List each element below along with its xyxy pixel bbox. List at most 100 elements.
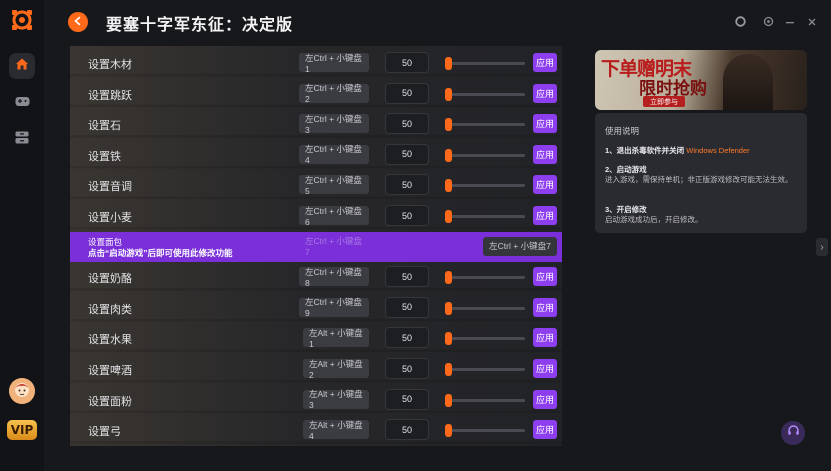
value-slider-handle[interactable] [445, 87, 452, 101]
settings-button[interactable] [760, 14, 776, 30]
gamepad-icon [15, 94, 30, 112]
row-label: 设置音调 [88, 181, 132, 194]
expand-panel-button[interactable]: › [816, 238, 828, 256]
value-input[interactable]: 50 [385, 143, 429, 165]
close-button[interactable] [804, 14, 820, 30]
value-input[interactable]: 50 [385, 358, 429, 379]
list-item: 设置奶酪 左Ctrl + 小键盘8 50 应用 [70, 262, 562, 292]
value-slider-handle[interactable] [445, 393, 452, 407]
value-slider-track[interactable] [445, 306, 525, 310]
list-item: 设置铁 左Ctrl + 小键盘4 50 应用 [70, 140, 562, 170]
value-slider-track[interactable] [445, 184, 525, 188]
step-3-text: 启动游戏成功后，开启修改。 [605, 215, 703, 224]
value-slider-track[interactable] [445, 337, 525, 341]
value-slider-track[interactable] [445, 153, 525, 157]
value-slider-handle[interactable] [445, 179, 452, 193]
sidebar-item-library[interactable] [9, 127, 35, 153]
value-slider-handle[interactable] [445, 271, 452, 285]
vip-badge[interactable]: VIP [7, 420, 37, 440]
hotkey-button[interactable]: 左Alt + 小键盘4 [303, 420, 369, 441]
value-slider-track[interactable] [445, 123, 525, 127]
hotkey-button[interactable]: 左Alt + 小键盘2 [303, 359, 369, 380]
value-slider-handle[interactable] [445, 363, 452, 376]
instructions-card: 使用说明 1、退出杀毒软件并关闭 Windows Defender 2、启动游戏… [595, 113, 807, 233]
value-input[interactable]: 50 [385, 174, 429, 196]
value-input[interactable]: 50 [385, 327, 429, 349]
value-slider-handle[interactable] [445, 332, 452, 346]
sidebar-item-home[interactable] [9, 53, 35, 79]
value-input[interactable]: 50 [385, 82, 429, 104]
hotkey-button[interactable]: 左Ctrl + 小键盘5 [299, 175, 369, 196]
windows-defender-label: Windows Defender [686, 146, 750, 155]
hotkey-button[interactable]: 左Ctrl + 小键盘3 [299, 114, 369, 135]
apply-button[interactable]: 应用 [533, 83, 557, 103]
apply-button[interactable]: 应用 [533, 389, 557, 409]
value-slider-handle[interactable] [445, 148, 452, 162]
avatar[interactable] [9, 378, 35, 404]
value-slider-handle[interactable] [445, 424, 452, 438]
value-input[interactable]: 50 [385, 266, 429, 288]
sidebar-item-games[interactable] [9, 90, 35, 116]
hotkey-button[interactable]: 左Ctrl + 小键盘7 [483, 236, 557, 256]
value-slider-track[interactable] [445, 276, 525, 280]
row-label: 设置奶酪 [88, 273, 132, 286]
value-input[interactable]: 50 [385, 296, 429, 318]
apply-button[interactable]: 应用 [533, 267, 557, 287]
back-button[interactable] [68, 12, 88, 32]
list-item: 设置音调 左Ctrl + 小键盘5 50 应用 [70, 170, 562, 200]
value-input[interactable]: 50 [385, 52, 429, 73]
value-slider-handle[interactable] [445, 301, 452, 315]
apply-button[interactable]: 应用 [533, 144, 557, 164]
apply-button[interactable]: 应用 [533, 53, 557, 72]
arrow-left-icon [73, 13, 83, 31]
row-label: 设置水果 [88, 334, 132, 347]
list-item: 设置面粉 左Alt + 小键盘3 50 应用 [70, 385, 562, 415]
hotkey-button[interactable]: 左Alt + 小键盘1 [303, 328, 369, 349]
minimize-button[interactable] [782, 14, 798, 30]
hotkey-button[interactable]: 左Ctrl + 小键盘1 [299, 53, 369, 74]
box-icon [15, 131, 29, 149]
apply-button[interactable]: 应用 [533, 206, 557, 225]
apply-button[interactable]: 应用 [533, 297, 557, 317]
hotkey-button[interactable]: 左Ctrl + 小键盘9 [299, 297, 369, 318]
value-slider-track[interactable] [445, 62, 525, 65]
promo-banner[interactable]: 下单赠明末 限时抢购 立即参与 [595, 50, 807, 110]
list-item: 设置小麦 左Ctrl + 小键盘6 50 应用 [70, 201, 562, 231]
value-input[interactable]: 50 [385, 113, 429, 135]
value-slider-track[interactable] [445, 92, 525, 96]
row-label: 设置肉类 [88, 303, 132, 316]
hotkey-button[interactable]: 左Ctrl + 小键盘8 [299, 267, 369, 288]
apply-button[interactable]: 应用 [533, 420, 557, 440]
apply-button[interactable]: 应用 [533, 175, 557, 195]
value-input[interactable]: 50 [385, 205, 429, 226]
step-2-text: 进入游戏，需保持单机；非正版游戏修改可能无法生效。 [605, 175, 793, 184]
step-1-title: 1、退出杀毒软件并关闭 [605, 146, 685, 155]
value-input[interactable]: 50 [385, 419, 429, 441]
apply-button[interactable]: 应用 [533, 328, 557, 348]
row-label: 设置面粉 [88, 395, 132, 408]
step-3-title: 3、开启修改 [605, 205, 647, 214]
value-slider-handle[interactable] [445, 118, 452, 132]
value-slider-track[interactable] [445, 398, 525, 402]
apply-button[interactable]: 应用 [533, 359, 557, 378]
value-slider-handle[interactable] [445, 57, 452, 70]
cheat-list: 设置木材 左Ctrl + 小键盘1 50 应用 设置跳跃 左Ctrl + 小键盘… [70, 46, 562, 446]
list-item-disabled: 设置面包 点击“启动游戏”后即可使用此修改功能 左Ctrl + 小键盘7 左Ct… [70, 231, 562, 262]
hotkey-button[interactable]: 左Ctrl + 小键盘4 [299, 144, 369, 165]
value-slider-handle[interactable] [445, 210, 452, 223]
hotkey-button[interactable]: 左Alt + 小键盘3 [303, 389, 369, 410]
apply-button[interactable]: 应用 [533, 114, 557, 134]
hotkey-button-faded: 左Ctrl + 小键盘7 [305, 236, 362, 258]
hotkey-button[interactable]: 左Ctrl + 小键盘6 [299, 206, 369, 227]
value-slider-track[interactable] [445, 368, 525, 371]
value-slider-track[interactable] [445, 215, 525, 218]
value-input[interactable]: 50 [385, 388, 429, 410]
support-button[interactable] [781, 421, 805, 445]
banner-cta-button[interactable]: 立即参与 [643, 96, 685, 107]
list-item: 设置跳跃 左Ctrl + 小键盘2 50 应用 [70, 79, 562, 109]
list-item: 设置弓 左Alt + 小键盘4 50 应用 [70, 415, 562, 445]
hotkey-button[interactable]: 左Ctrl + 小键盘2 [299, 83, 369, 104]
launch-game-notice: 点击“启动游戏”后即可使用此修改功能 [88, 247, 233, 258]
value-slider-track[interactable] [445, 429, 525, 433]
skin-button[interactable] [732, 14, 748, 30]
